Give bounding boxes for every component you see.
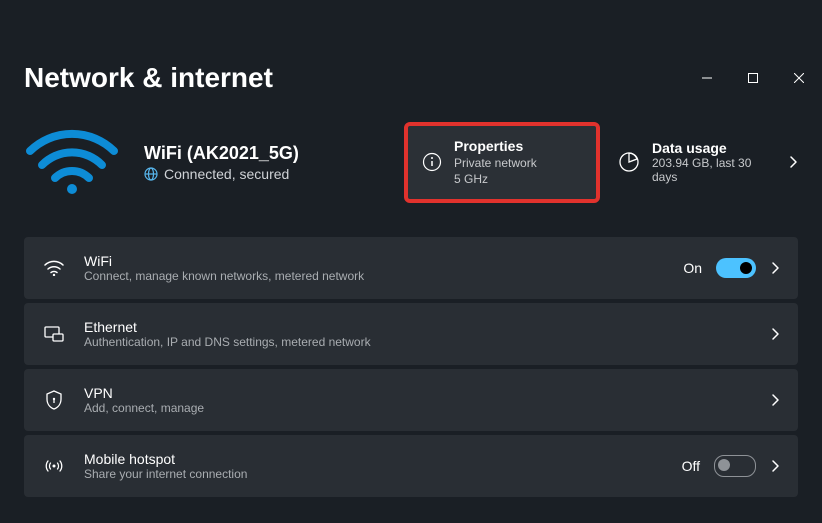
- connection-info: WiFi (AK2021_5G) Connected, secured: [144, 143, 354, 182]
- minimize-button[interactable]: [684, 62, 730, 94]
- chevron-right-icon[interactable]: [770, 327, 780, 341]
- vpn-row[interactable]: VPN Add, connect, manage: [24, 369, 798, 431]
- chevron-right-icon[interactable]: [770, 261, 780, 275]
- data-usage-subtitle: 203.94 GB, last 30 days: [652, 156, 768, 185]
- data-usage-card[interactable]: Data usage 203.94 GB, last 30 days: [618, 140, 768, 185]
- wifi-row[interactable]: WiFi Connect, manage known networks, met…: [24, 237, 798, 299]
- data-usage-title: Data usage: [652, 140, 768, 156]
- settings-list: WiFi Connect, manage known networks, met…: [24, 237, 798, 497]
- maximize-button[interactable]: [730, 62, 776, 94]
- wifi-signal-icon: [24, 127, 120, 197]
- hotspot-toggle[interactable]: [714, 455, 756, 477]
- close-button[interactable]: [776, 62, 822, 94]
- properties-line2: 5 GHz: [454, 172, 537, 186]
- properties-card[interactable]: Properties Private network 5 GHz: [406, 124, 598, 201]
- page-title: Network & internet: [24, 62, 798, 94]
- chevron-right-icon[interactable]: [770, 459, 780, 473]
- properties-line1: Private network: [454, 156, 537, 170]
- wifi-title: WiFi: [84, 253, 364, 269]
- hotspot-icon: [42, 457, 66, 475]
- window-controls: [684, 62, 822, 94]
- ethernet-title: Ethernet: [84, 319, 371, 335]
- chevron-right-icon[interactable]: [770, 393, 780, 407]
- vpn-sub: Add, connect, manage: [84, 401, 204, 415]
- connection-name: WiFi (AK2021_5G): [144, 143, 354, 164]
- wifi-toggle[interactable]: [716, 258, 756, 278]
- wifi-toggle-label: On: [683, 260, 702, 276]
- shield-icon: [42, 390, 66, 410]
- ethernet-icon: [42, 326, 66, 342]
- wifi-sub: Connect, manage known networks, metered …: [84, 269, 364, 283]
- status-row: WiFi (AK2021_5G) Connected, secured Prop…: [24, 124, 798, 201]
- wifi-icon: [42, 260, 66, 276]
- hotspot-toggle-label: Off: [682, 458, 700, 474]
- connection-status: Connected, secured: [164, 166, 289, 182]
- hotspot-row[interactable]: Mobile hotspot Share your internet conne…: [24, 435, 798, 497]
- vpn-title: VPN: [84, 385, 204, 401]
- hotspot-title: Mobile hotspot: [84, 451, 247, 467]
- properties-title: Properties: [454, 138, 537, 154]
- chevron-right-icon[interactable]: [788, 155, 798, 169]
- globe-icon: [144, 167, 158, 181]
- ethernet-row[interactable]: Ethernet Authentication, IP and DNS sett…: [24, 303, 798, 365]
- info-icon: [422, 152, 442, 172]
- ethernet-sub: Authentication, IP and DNS settings, met…: [84, 335, 371, 349]
- hotspot-sub: Share your internet connection: [84, 467, 247, 481]
- pie-chart-icon: [618, 151, 640, 173]
